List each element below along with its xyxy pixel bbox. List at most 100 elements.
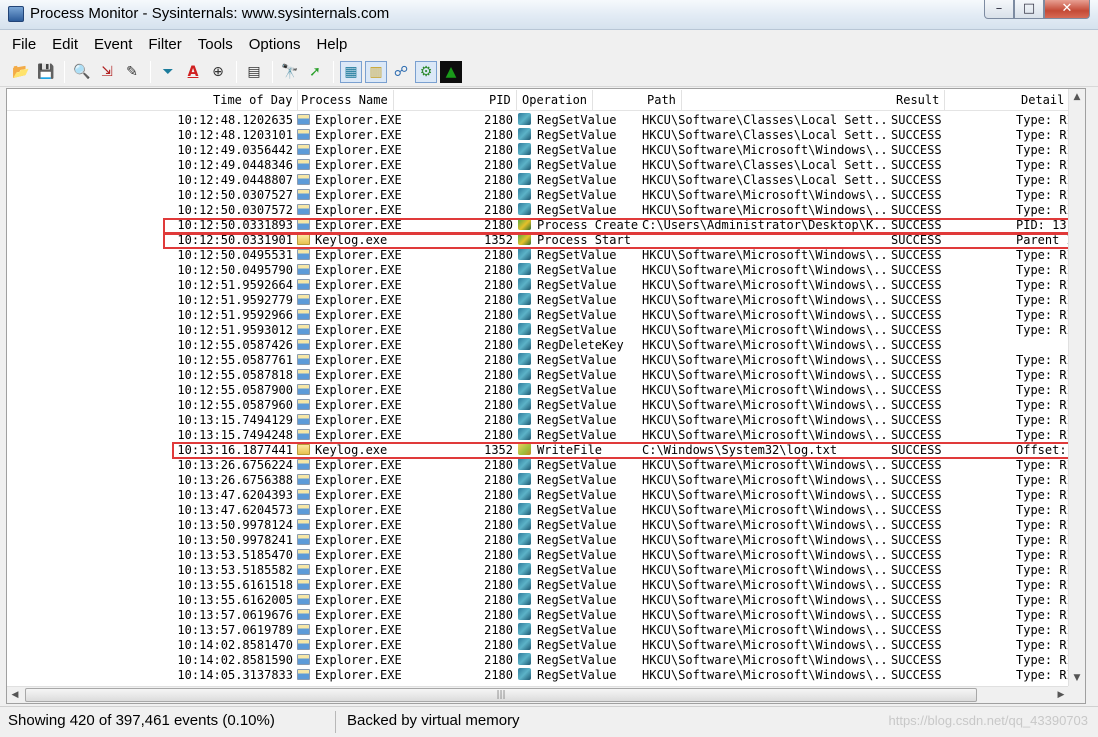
horizontal-scrollbar[interactable]: ◀ ||| ▶: [7, 686, 1069, 703]
cell-path-text: HKCU\Software\Microsoft\Windows\...: [642, 458, 889, 472]
table-row[interactable]: 10:13:53.5185582 Explorer.EXE 2180 RegSetVa…: [7, 563, 1072, 578]
table-row[interactable]: 10:12:55.0587960 Explorer.EXE 2180 RegSetVa…: [7, 398, 1072, 413]
clear-display-icon[interactable]: ✎: [121, 61, 143, 83]
cell-detail: Type: RI: [1016, 473, 1072, 488]
registry-activity-icon[interactable]: ▦: [340, 60, 362, 83]
table-row[interactable]: 10:12:51.9592664 Explorer.EXE 2180 RegSetVa…: [7, 278, 1072, 293]
scroll-left-icon[interactable]: ◀: [7, 687, 23, 703]
table-row[interactable]: 10:12:50.0495531 Explorer.EXE 2180 RegSetVa…: [7, 248, 1072, 263]
table-row[interactable]: 10:12:50.0331893 Explorer.EXE 2180 Process …: [7, 218, 1069, 233]
jump-to-icon[interactable]: ➚: [304, 61, 326, 83]
table-row[interactable]: 10:12:55.0587761 Explorer.EXE 2180 RegSetVa…: [7, 353, 1072, 368]
horizontal-scroll-thumb[interactable]: |||: [25, 688, 977, 702]
table-row[interactable]: 10:12:49.0448346 Explorer.EXE 2180 RegSetVa…: [7, 158, 1072, 173]
cell-detail-text: Type: RI: [1016, 308, 1072, 322]
target-icon[interactable]: ⊕: [207, 61, 229, 83]
table-row[interactable]: 10:13:26.6756388 Explorer.EXE 2180 RegSetVa…: [7, 473, 1072, 488]
scroll-right-icon[interactable]: ▶: [1053, 687, 1069, 703]
maximize-button[interactable]: □: [1014, 0, 1044, 19]
menu-event[interactable]: Event: [86, 36, 140, 53]
cell-result-text: SUCCESS: [891, 188, 942, 202]
save-icon[interactable]: 💾: [35, 61, 57, 83]
menu-edit[interactable]: Edit: [44, 36, 86, 53]
table-row[interactable]: 10:12:50.0495790 Explorer.EXE 2180 RegSetVa…: [7, 263, 1072, 278]
table-row[interactable]: 10:14:02.8581590 Explorer.EXE 2180 RegSetVa…: [7, 653, 1072, 668]
profiling-events-icon[interactable]: ▲: [440, 60, 462, 83]
scroll-up-icon[interactable]: ▲: [1069, 89, 1085, 105]
minimize-button[interactable]: –: [984, 0, 1014, 19]
column-process-name[interactable]: Process Name: [301, 90, 394, 110]
table-row[interactable]: 10:12:48.1202635 Explorer.EXE 2180 RegSetVa…: [7, 113, 1072, 128]
column-pid[interactable]: PID: [489, 90, 517, 110]
event-properties-icon[interactable]: ▤: [243, 61, 265, 83]
menu-options[interactable]: Options: [241, 36, 309, 53]
cell-result: SUCCESS: [891, 563, 1017, 578]
table-row[interactable]: 10:12:55.0587900 Explorer.EXE 2180 RegSetVa…: [7, 383, 1072, 398]
column-operation[interactable]: Operation: [522, 90, 594, 110]
table-row[interactable]: 10:12:49.0448807 Explorer.EXE 2180 RegSetVa…: [7, 173, 1072, 188]
cell-detail: Type: RI: [1016, 293, 1072, 308]
table-row[interactable]: 10:12:51.9592779 Explorer.EXE 2180 RegSetVa…: [7, 293, 1072, 308]
table-row[interactable]: 10:13:55.6161518 Explorer.EXE 2180 RegSetVa…: [7, 578, 1072, 593]
cell-operation-text: WriteFile: [537, 443, 603, 457]
table-row[interactable]: 10:13:50.9978124 Explorer.EXE 2180 RegSetVa…: [7, 518, 1072, 533]
table-row[interactable]: 10:14:02.8581470 Explorer.EXE 2180 RegSetVa…: [7, 638, 1072, 653]
table-row[interactable]: 10:13:50.9978241 Explorer.EXE 2180 RegSetVa…: [7, 533, 1072, 548]
cell-operation-text: RegDeleteKey: [537, 338, 624, 352]
cell-operation-text: RegSetValue: [537, 278, 617, 292]
table-row[interactable]: 10:12:50.0307527 Explorer.EXE 2180 RegSetVa…: [7, 188, 1072, 203]
process-icon: [297, 429, 310, 440]
cell-operation: RegSetValue: [518, 383, 642, 398]
cell-pid: 2180: [427, 383, 513, 398]
table-row[interactable]: 10:12:50.0331901 Keylog.exe 1352 Process St…: [7, 233, 1072, 248]
table-row[interactable]: 10:12:48.1203101 Explorer.EXE 2180 RegSetVa…: [7, 128, 1072, 143]
process-thread-activity-icon[interactable]: ⚙: [415, 60, 437, 83]
highlight-icon[interactable]: A: [182, 61, 204, 83]
operation-icon: [518, 428, 531, 440]
menu-help[interactable]: Help: [308, 36, 355, 53]
scroll-down-icon[interactable]: ▼: [1069, 670, 1085, 686]
autoscroll-icon[interactable]: ⇲: [96, 61, 118, 83]
table-row[interactable]: 10:13:47.6204573 Explorer.EXE 2180 RegSetVa…: [7, 503, 1072, 518]
table-row[interactable]: 10:13:53.5185470 Explorer.EXE 2180 RegSetVa…: [7, 548, 1072, 563]
capture-magnifier-icon[interactable]: 🔍: [71, 61, 93, 83]
table-row[interactable]: 10:13:26.6756224 Explorer.EXE 2180 RegSetVa…: [7, 458, 1072, 473]
column-time-of-day[interactable]: Time of Day: [213, 90, 300, 110]
column-path[interactable]: Path: [647, 90, 682, 110]
table-row[interactable]: 10:12:51.9592966 Explorer.EXE 2180 RegSetVa…: [7, 308, 1072, 323]
cell-process-name-text: Explorer.EXE: [315, 473, 402, 487]
table-row[interactable]: 10:13:15.7494129 Explorer.EXE 2180 RegSetVa…: [7, 413, 1072, 428]
column-result[interactable]: Result: [896, 90, 946, 110]
cell-path: HKCU\Software\Microsoft\Windows\...: [642, 593, 889, 608]
table-row[interactable]: 10:12:55.0587818 Explorer.EXE 2180 RegSetVa…: [7, 368, 1072, 383]
cell-process-name-text: Explorer.EXE: [315, 368, 402, 382]
table-row[interactable]: 10:12:49.0356442 Explorer.EXE 2180 RegSetVa…: [7, 143, 1072, 158]
cell-process-name: Explorer.EXE: [297, 533, 427, 548]
table-row[interactable]: 10:13:15.7494248 Explorer.EXE 2180 RegSetVa…: [7, 428, 1072, 443]
process-icon: [297, 489, 310, 500]
cell-operation: RegSetValue: [518, 593, 642, 608]
menu-filter[interactable]: Filter: [140, 36, 189, 53]
network-activity-icon[interactable]: ☍: [390, 61, 412, 83]
column-detail[interactable]: Detail: [1021, 93, 1064, 109]
event-list[interactable]: Time of Day Process Name PID Operation P…: [6, 88, 1086, 704]
vertical-scrollbar[interactable]: ▲ ▼: [1068, 89, 1085, 686]
menu-file[interactable]: File: [4, 36, 44, 53]
table-row[interactable]: 10:13:16.1877441 Keylog.exe 1352 WriteFile C…: [7, 443, 1069, 458]
find-binoculars-icon[interactable]: 🔭: [279, 61, 301, 83]
open-folder-icon[interactable]: 📂: [10, 61, 32, 83]
table-row[interactable]: 10:12:50.0307572 Explorer.EXE 2180 RegSetVa…: [7, 203, 1072, 218]
table-row[interactable]: 10:12:55.0587426 Explorer.EXE 2180 RegDelet…: [7, 338, 1069, 353]
cell-time-text: 10:12:49.0448346: [177, 158, 293, 172]
close-button[interactable]: ✕: [1044, 0, 1090, 19]
filter-icon[interactable]: ⏷: [157, 61, 179, 83]
table-row[interactable]: 10:12:51.9593012 Explorer.EXE 2180 RegSetVa…: [7, 323, 1072, 338]
table-row[interactable]: 10:13:57.0619676 Explorer.EXE 2180 RegSetVa…: [7, 608, 1072, 623]
table-row[interactable]: 10:13:47.6204393 Explorer.EXE 2180 RegSetVa…: [7, 488, 1072, 503]
menu-tools[interactable]: Tools: [190, 36, 241, 53]
table-row[interactable]: 10:13:55.6162005 Explorer.EXE 2180 RegSetVa…: [7, 593, 1072, 608]
process-icon: [297, 129, 310, 140]
table-row[interactable]: 10:14:05.3137833 Explorer.EXE 2180 RegSetVa…: [7, 668, 1072, 683]
table-row[interactable]: 10:13:57.0619789 Explorer.EXE 2180 RegSetVa…: [7, 623, 1072, 638]
file-activity-icon[interactable]: ▥: [365, 60, 387, 83]
